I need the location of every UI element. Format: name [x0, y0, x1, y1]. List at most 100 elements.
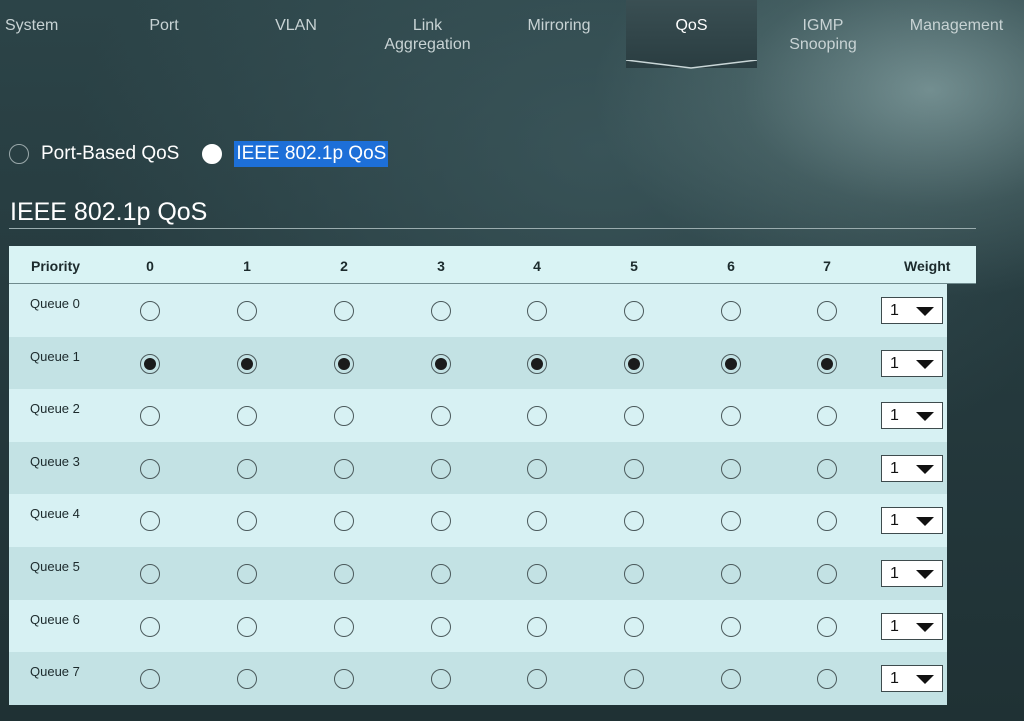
- priority-4-radio[interactable]: [527, 616, 547, 637]
- tab-mirroring[interactable]: Mirroring: [494, 0, 624, 68]
- priority-2-radio[interactable]: [334, 616, 354, 637]
- priority-4-radio[interactable]: [527, 669, 547, 690]
- priority-7-radio[interactable]: [817, 406, 837, 427]
- weight-value: 1: [890, 564, 899, 582]
- table-row: Queue 4 1: [9, 494, 947, 547]
- priority-0-radio[interactable]: [140, 406, 160, 427]
- priority-0-radio[interactable]: [140, 458, 160, 479]
- priority-3-radio[interactable]: [431, 406, 451, 427]
- priority-1-radio[interactable]: [237, 458, 257, 479]
- weight-select[interactable]: 1: [881, 454, 943, 482]
- weight-select[interactable]: 1: [881, 349, 943, 377]
- priority-2-radio[interactable]: [334, 353, 354, 374]
- queue-label: Queue 0: [30, 296, 80, 311]
- priority-5-radio[interactable]: [624, 353, 644, 374]
- priority-5-radio[interactable]: [624, 563, 644, 584]
- priority-7-radio[interactable]: [817, 669, 837, 690]
- weight-select[interactable]: 1: [881, 402, 943, 430]
- tab-link-aggregation[interactable]: Link Aggregation: [362, 0, 493, 68]
- priority-1-radio[interactable]: [237, 616, 257, 637]
- tab-label: System: [5, 17, 59, 34]
- weight-select[interactable]: 1: [881, 507, 943, 535]
- priority-3-radio[interactable]: [431, 563, 451, 584]
- priority-0-radio[interactable]: [140, 353, 160, 374]
- column-header-weight: Weight: [904, 258, 951, 274]
- priority-2-radio[interactable]: [334, 406, 354, 427]
- weight-select[interactable]: 1: [881, 665, 943, 693]
- priority-7-radio[interactable]: [817, 511, 837, 532]
- priority-6-radio[interactable]: [721, 511, 741, 532]
- priority-queue-table: Priority 0 1 2 3 4 5 6 7 Weight Queue 0 1 Queue 11Q…: [9, 246, 976, 705]
- tab-igmp-snooping[interactable]: IGMP Snooping: [757, 0, 889, 68]
- priority-7-radio[interactable]: [817, 458, 837, 479]
- priority-5-radio[interactable]: [624, 301, 644, 321]
- priority-6-radio[interactable]: [721, 406, 741, 427]
- priority-0-radio[interactable]: [140, 301, 160, 321]
- priority-1-radio[interactable]: [237, 353, 257, 374]
- priority-1-radio[interactable]: [237, 563, 257, 584]
- priority-3-radio[interactable]: [431, 301, 451, 321]
- priority-5-radio[interactable]: [624, 406, 644, 427]
- priority-7-radio[interactable]: [817, 563, 837, 584]
- priority-5-radio[interactable]: [624, 458, 644, 479]
- priority-4-radio[interactable]: [527, 511, 547, 532]
- priority-4-radio[interactable]: [527, 458, 547, 479]
- port-based-qos-option[interactable]: Port-Based QoS: [9, 143, 179, 165]
- priority-2-radio[interactable]: [334, 301, 354, 321]
- table-row: Queue 5 1: [9, 546, 947, 600]
- priority-4-radio[interactable]: [527, 353, 547, 374]
- table-row: Queue 0 1: [9, 284, 947, 337]
- priority-0-radio[interactable]: [140, 616, 160, 637]
- priority-2-radio[interactable]: [334, 669, 354, 690]
- priority-6-radio[interactable]: [721, 616, 741, 637]
- tab-management[interactable]: Management: [889, 0, 1024, 68]
- priority-4-radio[interactable]: [527, 406, 547, 427]
- priority-6-radio[interactable]: [721, 458, 741, 479]
- priority-0-radio[interactable]: [140, 563, 160, 584]
- weight-value: 1: [890, 670, 899, 688]
- priority-4-radio[interactable]: [527, 301, 547, 321]
- priority-1-radio[interactable]: [237, 511, 257, 532]
- priority-7-radio[interactable]: [817, 301, 837, 321]
- priority-0-radio[interactable]: [140, 511, 160, 532]
- priority-7-radio[interactable]: [817, 353, 837, 374]
- weight-select[interactable]: 1: [881, 297, 943, 324]
- priority-1-radio[interactable]: [237, 301, 257, 321]
- tab-system[interactable]: System: [0, 0, 64, 68]
- chevron-down-icon: [916, 464, 934, 474]
- ieee-8021p-qos-option[interactable]: IEEE 802.1p QoS: [202, 141, 389, 167]
- weight-select[interactable]: 1: [881, 559, 943, 587]
- priority-3-radio[interactable]: [431, 458, 451, 479]
- priority-3-radio[interactable]: [431, 616, 451, 637]
- priority-6-radio[interactable]: [721, 301, 741, 321]
- priority-1-radio[interactable]: [237, 669, 257, 690]
- tab-vlan[interactable]: VLAN: [262, 0, 330, 68]
- column-header-7: 7: [823, 258, 831, 274]
- top-nav: System Port VLAN Link Aggregation Mirroring Q…: [0, 0, 1024, 72]
- mode-option-label: IEEE 802.1p QoS: [234, 141, 389, 167]
- tab-port[interactable]: Port: [131, 0, 197, 68]
- priority-2-radio[interactable]: [334, 563, 354, 584]
- priority-0-radio[interactable]: [140, 669, 160, 690]
- priority-3-radio[interactable]: [431, 511, 451, 532]
- ieee-8021p-qos-radio[interactable]: [202, 144, 223, 164]
- priority-5-radio[interactable]: [624, 616, 644, 637]
- priority-6-radio[interactable]: [721, 669, 741, 690]
- priority-6-radio[interactable]: [721, 353, 741, 374]
- priority-3-radio[interactable]: [431, 669, 451, 690]
- priority-6-radio[interactable]: [721, 563, 741, 584]
- tab-label: Link Aggregation: [384, 17, 471, 53]
- priority-5-radio[interactable]: [624, 669, 644, 690]
- priority-1-radio[interactable]: [237, 406, 257, 427]
- priority-3-radio[interactable]: [431, 353, 451, 374]
- port-based-qos-radio[interactable]: [9, 144, 29, 164]
- tab-qos[interactable]: QoS: [626, 0, 757, 69]
- priority-2-radio[interactable]: [334, 458, 354, 479]
- priority-7-radio[interactable]: [817, 616, 837, 637]
- weight-select[interactable]: 1: [881, 612, 943, 640]
- priority-5-radio[interactable]: [624, 511, 644, 532]
- tab-label: VLAN: [275, 17, 317, 34]
- column-header-1: 1: [243, 258, 251, 274]
- priority-2-radio[interactable]: [334, 511, 354, 532]
- priority-4-radio[interactable]: [527, 563, 547, 584]
